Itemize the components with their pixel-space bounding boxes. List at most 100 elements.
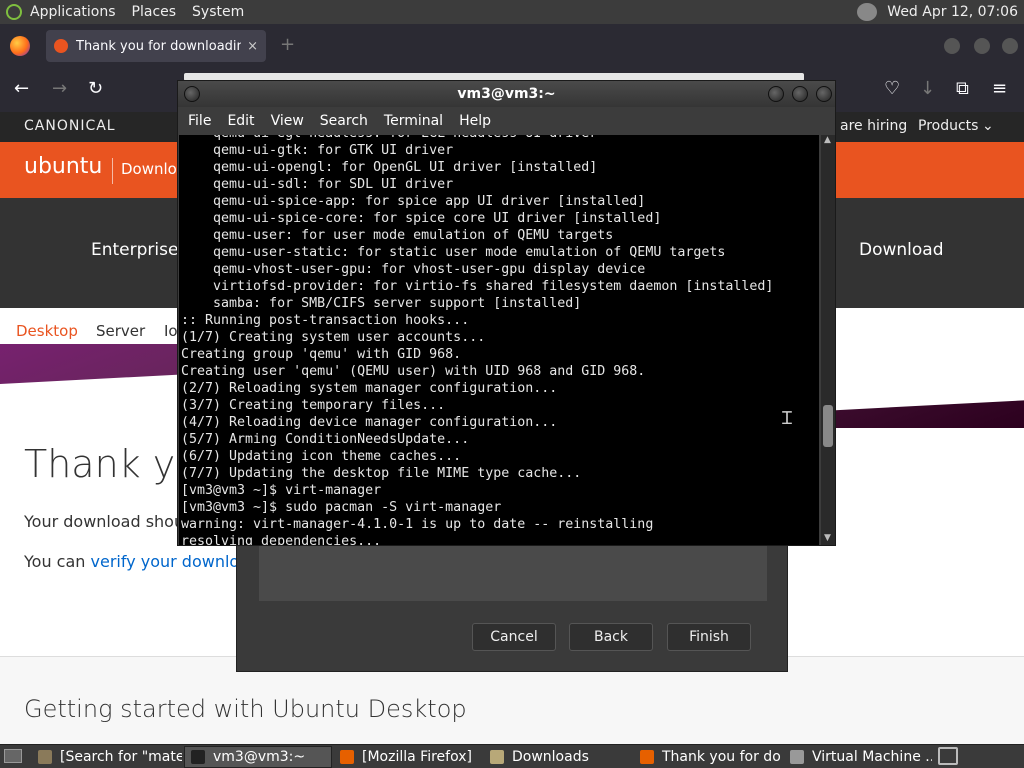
subnav-server[interactable]: Server [96, 322, 145, 340]
task-label: Virtual Machine ... [812, 749, 932, 765]
products-menu[interactable]: Products [918, 118, 978, 134]
scrollbar-thumb[interactable] [823, 405, 833, 447]
firefox-icon [340, 750, 354, 764]
terminal-line: (1/7) Creating system user accounts... [181, 330, 486, 345]
text-cursor-icon: Ɪ [782, 408, 793, 429]
places-menu[interactable]: Places [124, 0, 185, 24]
extensions-icon[interactable]: ⧉ [956, 78, 969, 99]
workspace-switcher-icon[interactable] [938, 747, 958, 765]
terminal-line: [vm3@vm3 ~]$ virt-manager [181, 483, 382, 498]
applications-menu[interactable]: Applications [22, 0, 124, 24]
scroll-down-icon[interactable]: ▼ [824, 533, 831, 543]
task-item[interactable]: vm3@vm3:~ [184, 746, 332, 768]
menu-terminal[interactable]: Terminal [384, 113, 443, 129]
download-message: Your download should [24, 512, 199, 531]
clock[interactable]: Wed Apr 12, 07:06 [887, 4, 1018, 20]
terminal-line: samba: for SMB/CIFS server support [inst… [181, 296, 582, 311]
volume-icon[interactable] [857, 3, 878, 21]
terminal-line: (4/7) Reloading device manager configura… [181, 415, 558, 430]
maximize-icon[interactable] [792, 86, 808, 102]
forward-icon[interactable]: → [52, 78, 67, 99]
task-item[interactable]: Virtual Machine ... [784, 746, 932, 768]
tab-title: Thank you for downloading U [76, 38, 242, 54]
minimize-icon[interactable] [944, 38, 960, 54]
menu-view[interactable]: View [271, 113, 304, 129]
task-label: [Mozilla Firefox] [362, 749, 472, 765]
downloads-nav[interactable]: Downlo [121, 160, 177, 178]
close-icon[interactable] [816, 86, 832, 102]
ubuntu-favicon-icon [54, 39, 68, 53]
nav-enterprise[interactable]: Enterprise [91, 240, 178, 260]
maximize-icon[interactable] [974, 38, 990, 54]
verify-link[interactable]: verify your download [91, 552, 260, 571]
terminal-line: :: Running post-transaction hooks... [181, 313, 470, 328]
task-label: [Search for "mate... [60, 749, 182, 765]
terminal-line: (3/7) Creating temporary files... [181, 398, 446, 413]
terminal-line: qemu-ui-opengl: for OpenGL UI driver [in… [181, 160, 598, 175]
tab-close-icon[interactable]: × [247, 39, 258, 54]
show-desktop-icon[interactable] [4, 749, 22, 763]
terminal-line: qemu-ui-egl-headless: for EGL headless U… [181, 135, 773, 142]
close-icon[interactable] [1002, 38, 1018, 54]
verify-text: You can [24, 552, 91, 571]
pocket-icon[interactable]: ♡ [884, 78, 900, 99]
task-item[interactable]: [Mozilla Firefox] [334, 746, 482, 768]
terminal-line: qemu-ui-spice-core: for spice core UI dr… [181, 211, 662, 226]
terminal-title[interactable]: vm3@vm3:~ [178, 81, 835, 107]
divider [112, 158, 113, 184]
terminal-line: qemu-user: for user mode emulation of QE… [181, 228, 614, 243]
terminal-output[interactable]: qemu-ui-egl-headless: for EGL headless U… [179, 135, 819, 545]
menu-edit[interactable]: Edit [227, 113, 254, 129]
back-button[interactable]: Back [569, 623, 653, 651]
task-item[interactable]: Downloads [484, 746, 632, 768]
menu-search[interactable]: Search [320, 113, 368, 129]
subnav-iot[interactable]: Io [164, 322, 178, 340]
terminal-line: (7/7) Updating the desktop file MIME typ… [181, 466, 582, 481]
new-tab-button[interactable]: + [280, 34, 295, 55]
taskbar: [Search for "mate... vm3@vm3:~ [Mozilla … [0, 744, 1024, 768]
back-icon[interactable]: ← [14, 78, 29, 99]
search-icon [38, 750, 52, 764]
terminal-line: qemu-ui-sdl: for SDL UI driver [181, 177, 454, 192]
terminal-line: virtiofsd-provider: for virtio-fs shared… [181, 279, 774, 294]
ubuntu-logo[interactable]: ubuntu [24, 154, 102, 179]
hiring-link[interactable]: are hiring [840, 118, 907, 134]
tab-thank-you[interactable]: Thank you for downloading U × [46, 30, 266, 62]
terminal-line: warning: virt-manager-4.1.0-1 is up to d… [181, 517, 654, 532]
window-menu-icon[interactable] [184, 86, 200, 102]
getting-started-heading: Getting started with Ubuntu Desktop [24, 695, 467, 723]
terminal-line: qemu-vhost-user-gpu: for vhost-user-gpu … [181, 262, 646, 277]
folder-icon [490, 750, 504, 764]
nav-download[interactable]: Download [859, 240, 944, 260]
terminal-scrollbar[interactable]: ▲ ▼ [821, 135, 835, 545]
terminal-line: (5/7) Arming ConditionNeedsUpdate... [181, 432, 470, 447]
terminal-line: (6/7) Updating icon theme caches... [181, 449, 462, 464]
mate-logo-icon[interactable] [6, 4, 22, 20]
terminal-menubar: File Edit View Search Terminal Help [178, 107, 835, 135]
canonical-logo[interactable]: CANONICAL [24, 118, 116, 134]
verify-paragraph: You can verify your download [24, 552, 259, 571]
task-item[interactable]: Thank you for do... [634, 746, 782, 768]
firefox-icon [640, 750, 654, 764]
terminal-icon [191, 750, 205, 764]
reload-icon[interactable]: ↻ [88, 78, 103, 99]
menu-help[interactable]: Help [459, 113, 491, 129]
vm-icon [790, 750, 804, 764]
system-menu[interactable]: System [184, 0, 252, 24]
menu-icon[interactable]: ≡ [992, 78, 1007, 99]
terminal-line: (2/7) Reloading system manager configura… [181, 381, 558, 396]
terminal-line: Creating group 'qemu' with GID 968. [181, 347, 462, 362]
finish-button[interactable]: Finish [667, 623, 751, 651]
task-item[interactable]: [Search for "mate... [32, 746, 182, 768]
terminal-line: qemu-ui-spice-app: for spice app UI driv… [181, 194, 646, 209]
minimize-icon[interactable] [768, 86, 784, 102]
firefox-icon [10, 36, 30, 56]
task-label: Downloads [512, 749, 589, 765]
scroll-up-icon[interactable]: ▲ [824, 135, 831, 145]
subnav-desktop[interactable]: Desktop [16, 322, 78, 340]
menu-file[interactable]: File [188, 113, 211, 129]
terminal-line: qemu-user-static: for static user mode e… [181, 245, 726, 260]
downloads-icon[interactable]: ↓ [920, 78, 935, 99]
cancel-button[interactable]: Cancel [472, 623, 556, 651]
terminal-line: qemu-ui-gtk: for GTK UI driver [181, 143, 454, 158]
